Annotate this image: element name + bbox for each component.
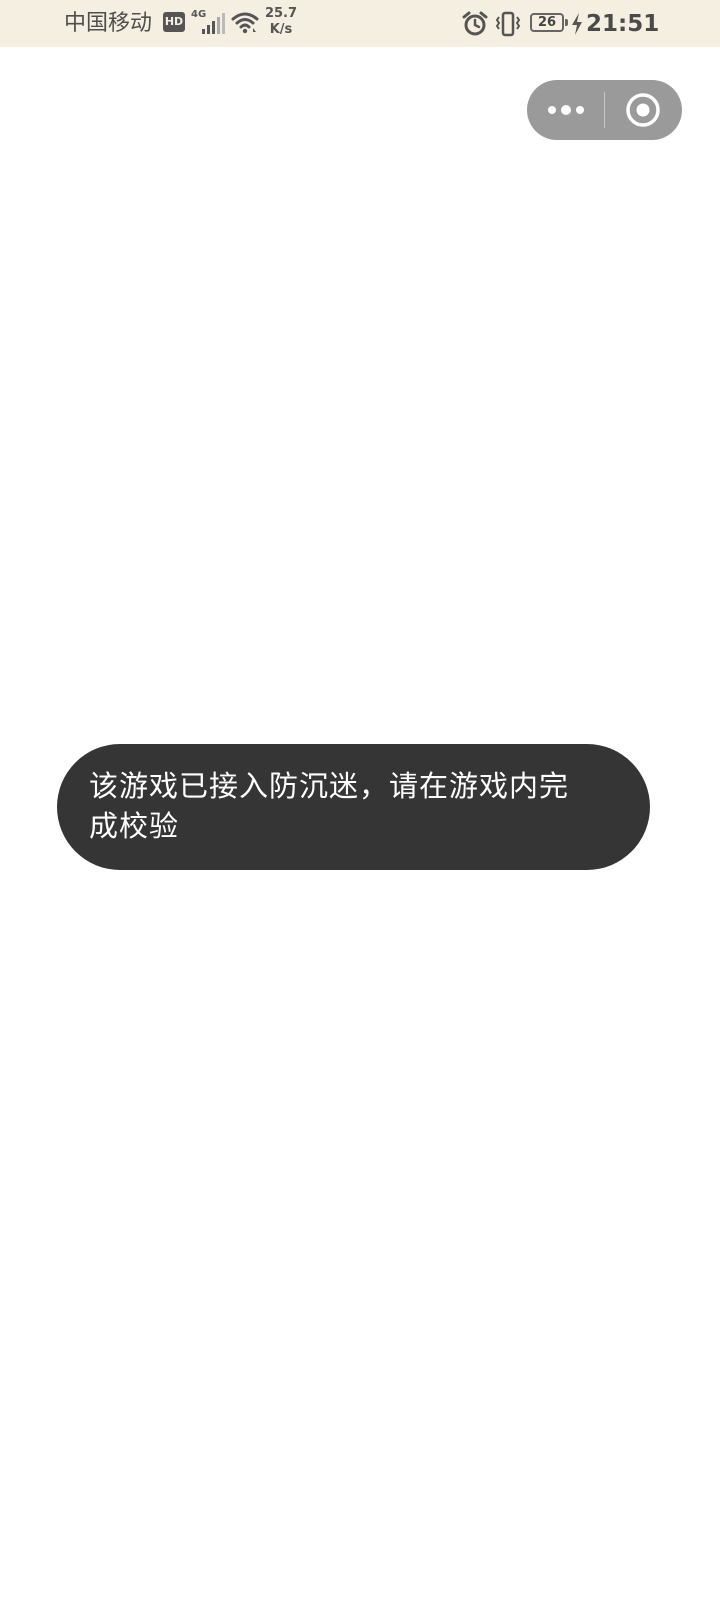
close-button[interactable] — [606, 80, 682, 140]
hd-badge: HD — [163, 12, 185, 32]
more-icon-dot — [561, 105, 571, 115]
more-button[interactable] — [527, 80, 603, 140]
net-speed-value: 25.7 — [264, 6, 298, 21]
mini-program-capsule — [527, 80, 682, 140]
close-target-icon — [626, 93, 660, 127]
more-icon-dot — [576, 106, 584, 114]
battery-icon: 26 — [530, 13, 564, 32]
toast-message: 该游戏已接入防沉迷，请在游戏内完成校验 — [89, 769, 570, 843]
wifi-icon — [231, 12, 259, 34]
status-bar: 中国移动 HD 4G 25.7 K/s 26 21:51 — [0, 0, 720, 47]
alarm-icon — [462, 11, 488, 36]
net-speed-unit: K/s — [269, 22, 293, 37]
clock: 21:51 — [586, 11, 660, 37]
more-icon — [548, 106, 556, 114]
carrier-name: 中国移动 — [64, 11, 153, 36]
vibrate-icon — [495, 11, 521, 37]
signal-icon — [202, 13, 225, 34]
battery-tip — [565, 19, 568, 26]
capsule-divider — [604, 92, 605, 128]
charging-icon — [572, 13, 582, 35]
net-speed: 25.7 K/s — [264, 6, 298, 38]
toast: 该游戏已接入防沉迷，请在游戏内完成校验 — [57, 744, 650, 870]
